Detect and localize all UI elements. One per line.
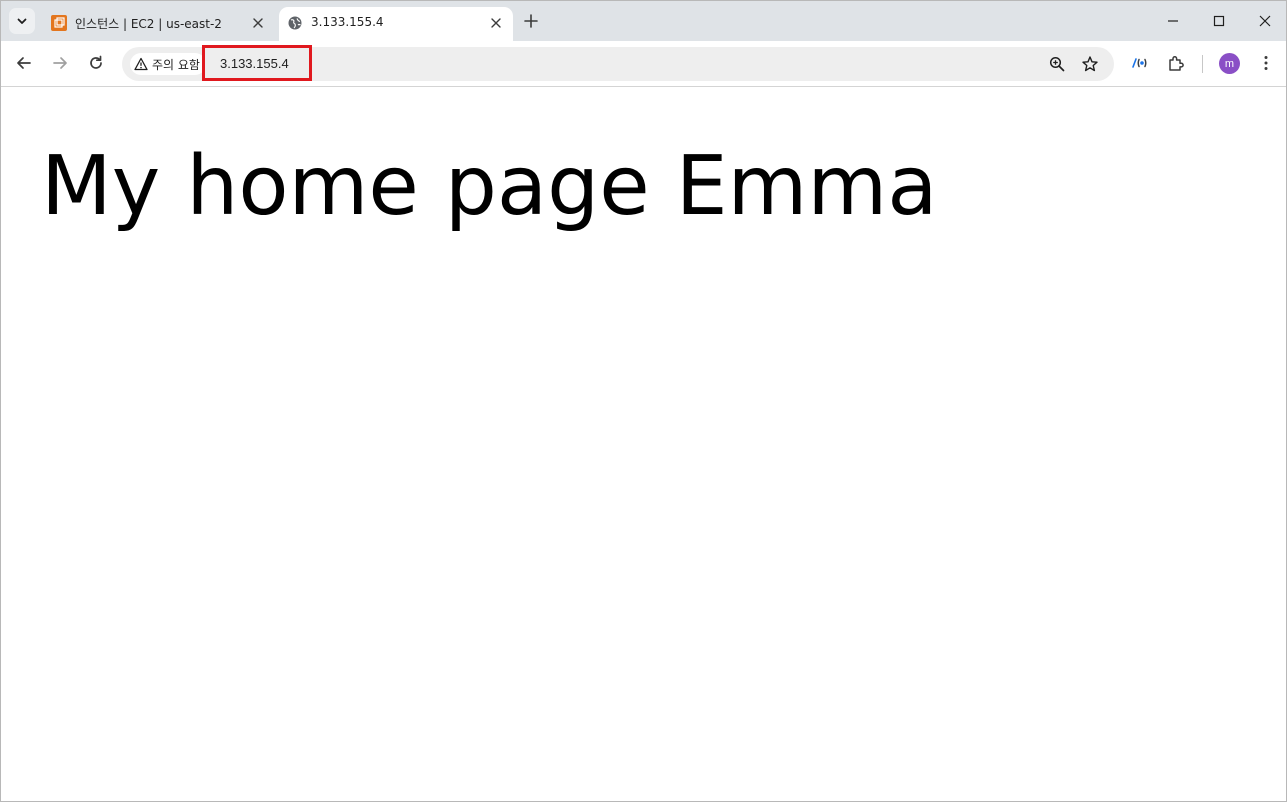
globe-icon xyxy=(288,16,302,30)
browser-window: 인스턴스 | EC2 | us-east-2 3.133.155.4 주의 요함 xyxy=(0,0,1287,802)
page-content: My home page Emma xyxy=(1,88,1286,801)
extensions-puzzle-icon[interactable] xyxy=(1166,53,1186,73)
zoom-icon[interactable] xyxy=(1048,55,1066,73)
back-arrow-icon[interactable] xyxy=(14,53,34,73)
security-label: 주의 요함 xyxy=(152,57,200,72)
maximize-icon[interactable] xyxy=(1209,11,1229,31)
tab-ec2-instances[interactable]: 인스턴스 | EC2 | us-east-2 xyxy=(43,7,275,41)
profile-avatar[interactable]: m xyxy=(1219,53,1240,74)
tab-active-page[interactable]: 3.133.155.4 xyxy=(279,7,513,41)
tab-strip: 인스턴스 | EC2 | us-east-2 3.133.155.4 xyxy=(1,1,1286,41)
new-tab-icon[interactable] xyxy=(521,11,541,31)
warning-triangle-icon xyxy=(134,57,148,71)
toolbar-divider xyxy=(1202,55,1203,73)
page-heading: My home page Emma xyxy=(41,139,938,234)
close-icon[interactable] xyxy=(251,16,265,30)
bookmark-star-icon[interactable] xyxy=(1081,55,1099,73)
tab-title: 인스턴스 | EC2 | us-east-2 xyxy=(75,17,222,31)
close-icon[interactable] xyxy=(489,16,503,30)
more-menu-icon[interactable] xyxy=(1256,53,1276,73)
forward-arrow-icon[interactable] xyxy=(50,53,70,73)
url-highlight-box: 3.133.155.4 xyxy=(202,45,312,81)
aws-ec2-icon xyxy=(51,15,67,31)
address-bar[interactable]: 주의 요함 3.133.155.4 xyxy=(122,45,1114,81)
security-warning-chip[interactable]: 주의 요함 xyxy=(130,53,206,75)
tab-title: 3.133.155.4 xyxy=(311,15,384,29)
tab-search-button[interactable] xyxy=(9,8,35,34)
reload-icon[interactable] xyxy=(86,53,106,73)
minimize-icon[interactable] xyxy=(1163,11,1183,31)
window-close-icon[interactable] xyxy=(1255,11,1275,31)
chevron-down-icon xyxy=(17,18,27,24)
browser-toolbar: 주의 요함 3.133.155.4 m xyxy=(1,41,1286,87)
extension-monitor-icon[interactable] xyxy=(1130,53,1150,73)
url-text[interactable]: 3.133.155.4 xyxy=(220,56,289,71)
